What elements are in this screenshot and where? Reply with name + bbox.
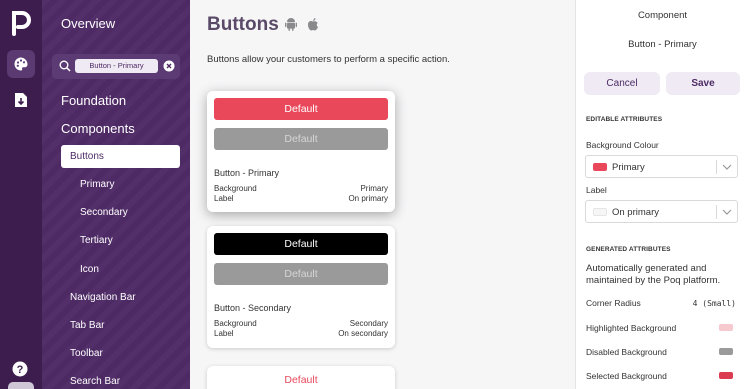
generated-attributes-heading: GENERATED ATTRIBUTES [586, 246, 671, 253]
component-card-secondary[interactable]: Default Default Button - Secondary Backg… [207, 226, 395, 348]
page-title: Buttons [207, 14, 279, 35]
attr-label: Label [214, 329, 234, 338]
background-colour-value: Primary [612, 162, 645, 173]
tertiary-button-preview: Default [284, 374, 318, 386]
generated-description: Automatically generated and maintained b… [586, 263, 721, 286]
attr-value: On primary [348, 194, 388, 203]
card-title: Button - Secondary [214, 303, 292, 313]
clear-icon[interactable] [163, 60, 175, 72]
editable-attributes-heading: EDITABLE ATTRIBUTES [586, 116, 663, 123]
nav-item-overview[interactable]: Overview [61, 16, 115, 31]
highlighted-background-label: Highlighted Background [586, 323, 677, 333]
nav-item-buttons-label: Buttons [70, 151, 104, 162]
nav-item-icon[interactable]: Icon [80, 264, 99, 275]
label-label: Label [586, 185, 607, 195]
design-tab[interactable] [7, 50, 35, 78]
icon-rail: ? [0, 0, 42, 389]
label-select[interactable]: On primary [585, 200, 738, 223]
nav-item-components[interactable]: Components [61, 121, 135, 136]
search-field[interactable]: Button - Primary [52, 54, 180, 79]
colour-swatch [593, 208, 607, 216]
card-title: Button - Primary [214, 168, 280, 178]
nav-item-buttons[interactable]: Buttons [61, 145, 180, 168]
panel-header: Component [637, 10, 688, 21]
apps-menu-button[interactable] [8, 382, 34, 389]
nav-item-secondary[interactable]: Secondary [80, 207, 128, 218]
primary-button-preview: Default [214, 98, 388, 120]
search-chip[interactable]: Button - Primary [75, 59, 158, 73]
selected-background-swatch [719, 372, 733, 379]
apple-icon[interactable] [307, 17, 319, 31]
primary-button-disabled-preview: Default [214, 128, 388, 150]
label-value: On primary [612, 207, 659, 218]
poq-logo-icon[interactable] [9, 8, 33, 36]
component-card-primary[interactable]: Default Default Button - Primary Backgro… [207, 91, 395, 212]
highlighted-background-swatch [719, 324, 733, 331]
disabled-background-swatch [719, 348, 733, 355]
attr-label: Background [214, 319, 257, 328]
nav-item-primary[interactable]: Primary [80, 179, 114, 190]
cancel-button[interactable]: Cancel [584, 72, 660, 95]
nav-item-toolbar[interactable]: Toolbar [70, 348, 103, 359]
import-tab[interactable] [7, 86, 35, 114]
select-divider [716, 205, 717, 219]
nav-item-foundation[interactable]: Foundation [61, 93, 126, 108]
select-divider [716, 160, 717, 174]
selected-background-label: Selected Background [586, 371, 667, 381]
chevron-down-icon[interactable] [722, 163, 732, 171]
attr-value: Secondary [349, 319, 388, 328]
android-icon[interactable] [285, 17, 297, 31]
nav-item-navigation-bar[interactable]: Navigation Bar [70, 292, 136, 303]
disabled-background-label: Disabled Background [586, 347, 667, 357]
nav-item-tertiary[interactable]: Tertiary [80, 235, 113, 246]
page-description: Buttons allow your customers to perform … [207, 54, 450, 65]
attr-value: On secondary [338, 329, 388, 338]
corner-radius-value: 4 (Small) [692, 299, 736, 308]
colour-swatch [593, 163, 607, 171]
search-icon [59, 60, 71, 72]
secondary-button-preview: Default [214, 233, 388, 255]
background-colour-select[interactable]: Primary [585, 155, 738, 178]
attr-value: Primary [360, 184, 388, 193]
chevron-down-icon[interactable] [722, 208, 732, 216]
palette-icon [14, 57, 28, 71]
component-name: Button - Primary [628, 39, 697, 50]
component-card-tertiary[interactable]: Default [207, 366, 395, 389]
attr-label: Background [214, 184, 257, 193]
nav-item-search-bar[interactable]: Search Bar [70, 376, 120, 387]
background-colour-label: Background Colour [586, 140, 659, 150]
secondary-button-disabled-preview: Default [214, 263, 388, 285]
save-button[interactable]: Save [666, 72, 740, 95]
help-icon[interactable]: ? [12, 361, 28, 377]
corner-radius-label: Corner Radius [586, 298, 641, 308]
svg-text:?: ? [17, 364, 24, 376]
nav-item-tab-bar[interactable]: Tab Bar [70, 320, 104, 331]
import-icon [15, 93, 27, 107]
attr-label: Label [214, 194, 234, 203]
